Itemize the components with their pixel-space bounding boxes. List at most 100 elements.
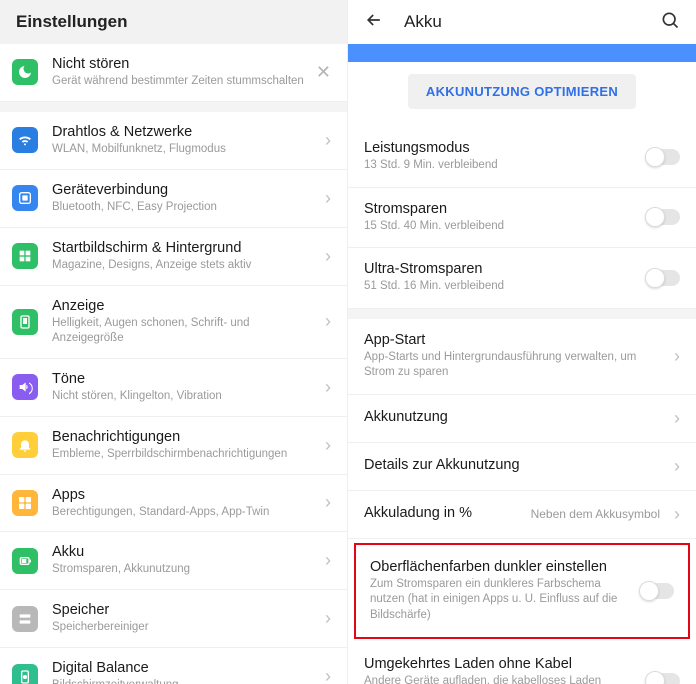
toggle-switch[interactable]	[646, 673, 680, 684]
dark-colors-highlight: Oberflächenfarben dunkler einstellen Zum…	[354, 543, 690, 640]
apps-icon	[12, 490, 38, 516]
toggle-switch[interactable]	[640, 583, 674, 599]
settings-header: Einstellungen	[0, 0, 347, 44]
toggle-switch[interactable]	[646, 209, 680, 225]
settings-row-apps[interactable]: AppsBerechtigungen, Standard-Apps, App-T…	[0, 475, 347, 533]
toggle-switch[interactable]	[646, 149, 680, 165]
sound-icon	[12, 374, 38, 400]
battery-row[interactable]: App-StartApp-Starts und Hintergrundausfü…	[348, 319, 696, 395]
back-icon[interactable]	[364, 10, 384, 35]
battery-header: Akku	[348, 0, 696, 44]
row-title: Akku	[52, 544, 317, 560]
row-title: Benachrichtigungen	[52, 429, 317, 445]
settings-row-sound[interactable]: Töne Nicht stören, Klingelton, Vibration ›	[0, 359, 347, 417]
settings-row-battery[interactable]: Akku Stromsparen, Akkunutzung ›	[0, 532, 347, 590]
battery-row[interactable]: Stromsparen 15 Std. 40 Min. verbleibend	[348, 188, 696, 249]
row-sub: Magazine, Designs, Anzeige stets aktiv	[52, 258, 317, 273]
row-sub: WLAN, Mobilfunknetz, Flugmodus	[52, 142, 317, 157]
screen-icon	[12, 309, 38, 335]
row-sub: 13 Std. 9 Min. verbleibend	[364, 158, 636, 174]
chevron-right-icon: ›	[325, 435, 331, 456]
settings-row-bell[interactable]: Benachrichtigungen Embleme, Sperrbildschi…	[0, 417, 347, 475]
storage-icon	[12, 606, 38, 632]
row-title: Geräteverbindung	[52, 182, 317, 198]
chevron-right-icon: ›	[325, 188, 331, 209]
battery-title: Akku	[404, 12, 442, 32]
search-icon[interactable]	[660, 10, 680, 35]
battery-modes-list: Leistungsmodus 13 Std. 9 Min. verbleibend…	[348, 127, 696, 309]
chevron-right-icon: ›	[325, 246, 331, 267]
row-title: Akkunutzung	[364, 409, 656, 425]
row-title: Töne	[52, 371, 317, 387]
chevron-right-icon: ›	[674, 346, 680, 367]
wifi-icon	[12, 127, 38, 153]
chevron-right-icon: ›	[325, 666, 331, 684]
chevron-right-icon: ›	[325, 550, 331, 571]
row-sub: Bildschirmzeitverwaltung	[52, 678, 317, 684]
row-sub: Bluetooth, NFC, Easy Projection	[52, 200, 317, 215]
battery-row[interactable]: Akkunutzung ›	[348, 395, 696, 443]
settings-row-link[interactable]: Geräteverbindung Bluetooth, NFC, Easy Pro…	[0, 170, 347, 228]
battery-row[interactable]: Akkuladung in % Neben dem Akkusymbol ›	[348, 491, 696, 539]
row-dark-colors[interactable]: Oberflächenfarben dunkler einstellen Zum…	[356, 545, 688, 638]
chevron-right-icon: ›	[325, 492, 331, 513]
dark-colors-title: Oberflächenfarben dunkler einstellen	[370, 559, 630, 575]
battery-row[interactable]: Leistungsmodus 13 Std. 9 Min. verbleibend	[348, 127, 696, 188]
row-sub: Berechtigungen, Standard-Apps, App-Twin	[52, 505, 317, 520]
settings-row-balance[interactable]: Digital Balance Bildschirmzeitverwaltung ›	[0, 648, 347, 684]
close-icon[interactable]: ✕	[316, 62, 331, 83]
battery-row[interactable]: Ultra-Stromsparen 51 Std. 16 Min. verblei…	[348, 248, 696, 309]
row-title: Startbildschirm & Hintergrund	[52, 240, 317, 256]
row-sub: Embleme, Sperrbildschirmbenachrichtigung…	[52, 447, 317, 462]
row-title: Leistungsmodus	[364, 140, 636, 156]
row-sub: 51 Std. 16 Min. verbleibend	[364, 279, 636, 295]
settings-title: Einstellungen	[16, 12, 127, 32]
bell-icon	[12, 432, 38, 458]
dark-colors-sub: Zum Stromsparen ein dunkleres Farbschema…	[370, 577, 630, 624]
settings-list: Drahtlos & Netzwerke WLAN, Mobilfunknetz,…	[0, 112, 347, 684]
row-title: Details zur Akkunutzung	[364, 457, 656, 473]
link-icon	[12, 185, 38, 211]
toggle-switch[interactable]	[646, 270, 680, 286]
chevron-right-icon: ›	[674, 408, 680, 429]
settings-row-grid[interactable]: Startbildschirm & Hintergrund Magazine, D…	[0, 228, 347, 286]
chevron-right-icon: ›	[325, 608, 331, 629]
row-title: Stromsparen	[364, 201, 636, 217]
row-title: Ultra-Stromsparen	[364, 261, 636, 277]
chevron-right-icon: ›	[325, 130, 331, 151]
optimize-button[interactable]: AKKUNUTZUNG OPTIMIEREN	[408, 74, 636, 109]
battery-icon	[12, 548, 38, 574]
row-sub: Nicht stören, Klingelton, Vibration	[52, 389, 317, 404]
battery-usage-list: App-StartApp-Starts und Hintergrundausfü…	[348, 319, 696, 539]
dnd-sub: Gerät während bestimmter Zeiten stummsch…	[52, 74, 308, 89]
settings-row-wifi[interactable]: Drahtlos & Netzwerke WLAN, Mobilfunknetz,…	[0, 112, 347, 170]
moon-icon	[12, 59, 38, 85]
battery-panel: Akku AKKUNUTZUNG OPTIMIEREN Leistungsmod…	[348, 0, 696, 684]
row-value: Neben dem Akkusymbol	[531, 507, 660, 521]
row-sub: 15 Std. 40 Min. verbleibend	[364, 219, 636, 235]
battery-row[interactable]: Details zur Akkunutzung ›	[348, 443, 696, 491]
battery-row[interactable]: Umgekehrtes Laden ohne KabelAndere Gerät…	[348, 643, 696, 684]
row-title: Digital Balance	[52, 660, 317, 676]
settings-row-storage[interactable]: SpeicherSpeicherbereiniger›	[0, 590, 347, 648]
settings-row-screen[interactable]: Anzeige Helligkeit, Augen schonen, Schrif…	[0, 286, 347, 359]
battery-misc-list: Umgekehrtes Laden ohne KabelAndere Gerät…	[348, 643, 696, 684]
chevron-right-icon: ›	[674, 504, 680, 525]
blue-banner	[348, 44, 696, 62]
row-title: Speicher	[52, 602, 317, 618]
row-sub: Stromsparen, Akkunutzung	[52, 562, 317, 577]
chevron-right-icon: ›	[325, 311, 331, 332]
row-title: Anzeige	[52, 298, 317, 314]
row-title: Drahtlos & Netzwerke	[52, 124, 317, 140]
section-gap	[0, 102, 347, 112]
settings-panel: Einstellungen Nicht stören Gerät während…	[0, 0, 348, 684]
dnd-title: Nicht stören	[52, 56, 308, 72]
row-dnd[interactable]: Nicht stören Gerät während bestimmter Ze…	[0, 44, 347, 102]
row-title: Akkuladung in %	[364, 505, 521, 521]
chevron-right-icon: ›	[325, 377, 331, 398]
row-title: Umgekehrtes Laden ohne Kabel	[364, 656, 636, 672]
grid-icon	[12, 243, 38, 269]
chevron-right-icon: ›	[674, 456, 680, 477]
row-sub: Helligkeit, Augen schonen, Schrift- und …	[52, 316, 317, 346]
optimize-row: AKKUNUTZUNG OPTIMIEREN	[348, 62, 696, 127]
